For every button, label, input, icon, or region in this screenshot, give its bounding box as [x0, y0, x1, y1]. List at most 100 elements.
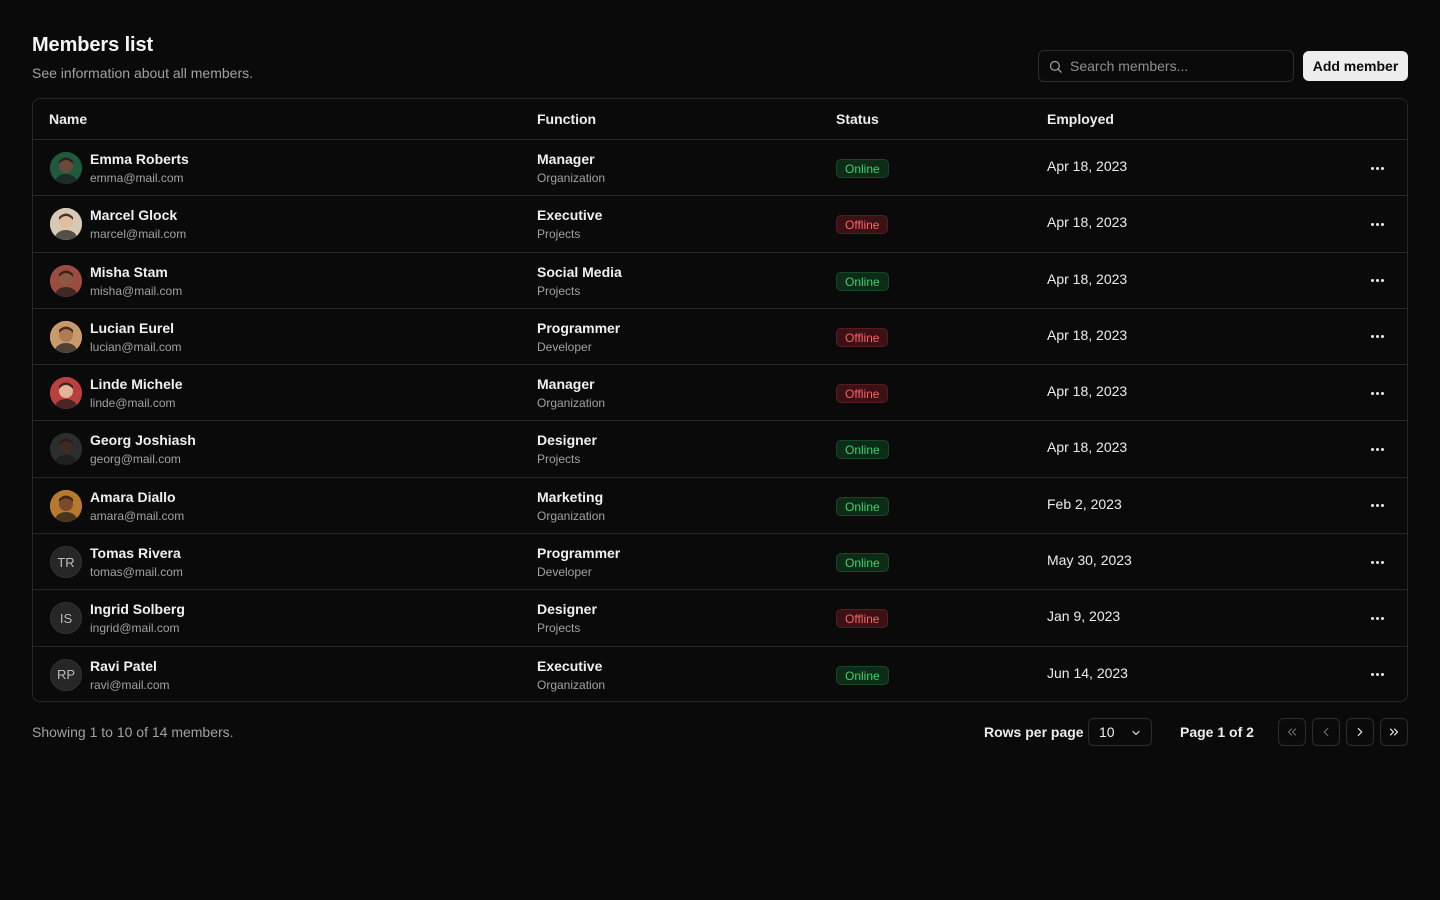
table-row[interactable]: Emma Roberts emma@mail.com Manager Organiza… [33, 140, 1407, 197]
column-header-status[interactable]: Status [836, 99, 879, 139]
more-horizontal-icon [1380, 335, 1384, 339]
more-horizontal-icon [1375, 166, 1379, 170]
employed-date: Apr 18, 2023 [1047, 158, 1128, 174]
member-email: georg@mail.com [90, 452, 181, 467]
avatar [50, 489, 82, 522]
table-row[interactable]: Linde Michele linde@mail.com Manager Organi… [33, 365, 1407, 422]
member-department: Organization [537, 171, 606, 185]
status-badge: Online [836, 665, 889, 685]
search-box[interactable] [1038, 50, 1294, 82]
last-page-button[interactable] [1380, 718, 1408, 746]
more-horizontal-icon [1380, 616, 1384, 620]
chevron-right-icon [1357, 727, 1363, 737]
member-name: Misha Stam [90, 263, 168, 280]
member-department: Projects [537, 283, 581, 298]
more-horizontal-icon [1375, 616, 1379, 620]
status-badge: Online [836, 440, 889, 460]
employed-date: Jan 9, 2023 [1047, 608, 1121, 625]
table-row[interactable]: Marcel Glock marcel@mail.com Executive Proj… [33, 196, 1407, 253]
row-actions-button[interactable] [1365, 383, 1389, 403]
column-header-name[interactable]: Name [49, 99, 87, 139]
member-role: Executive [537, 657, 603, 674]
next-page-button[interactable] [1346, 718, 1374, 746]
row-actions-button[interactable] [1365, 665, 1389, 685]
row-actions-button[interactable] [1365, 327, 1389, 347]
more-horizontal-icon [1380, 673, 1384, 677]
more-horizontal-icon [1370, 391, 1374, 395]
employed-date: Apr 18, 2023 [1047, 270, 1128, 287]
row-actions-button[interactable] [1365, 439, 1389, 459]
more-horizontal-icon [1370, 504, 1374, 508]
member-name: Linde Michele [90, 376, 183, 393]
table-body: Emma Roberts emma@mail.com Manager Organiza… [33, 140, 1407, 701]
avatar [50, 152, 82, 184]
member-email: ravi@mail.com [90, 677, 170, 692]
table-row[interactable]: Misha Stam misha@mail.com Social Media Proj… [33, 253, 1407, 309]
chevron-left-icon [1323, 727, 1329, 737]
member-department: Organization [537, 396, 606, 411]
table-row[interactable]: RP Ravi Patel ravi@mail.com Executive Organi… [33, 647, 1407, 701]
row-actions-button[interactable] [1365, 608, 1389, 628]
previous-page-button[interactable] [1312, 718, 1340, 746]
row-actions-button[interactable] [1365, 496, 1389, 516]
page-subtitle: See information about all members. [32, 65, 253, 81]
member-name: Marcel Glock [90, 207, 178, 224]
rows-per-page-label: Rows per page [984, 724, 1084, 740]
avatar: IS [50, 602, 82, 635]
table-row[interactable]: Georg Joshiash georg@mail.com Designer Proj… [33, 421, 1407, 478]
column-header-employed[interactable]: Employed [1047, 99, 1114, 139]
member-department: Projects [537, 621, 581, 636]
member-department: Developer [537, 565, 592, 580]
more-horizontal-icon [1375, 447, 1379, 451]
row-actions-button[interactable] [1365, 158, 1389, 178]
row-actions-button[interactable] [1365, 552, 1389, 572]
member-email: ingrid@mail.com [90, 621, 180, 636]
avatar [50, 264, 82, 297]
member-email: marcel@mail.com [90, 227, 187, 242]
member-role: Programmer [537, 319, 621, 336]
table-row[interactable]: IS Ingrid Solberg ingrid@mail.com Designer P… [33, 590, 1407, 647]
first-page-button[interactable] [1278, 718, 1306, 746]
more-horizontal-icon [1370, 616, 1374, 620]
member-email: tomas@mail.com [90, 565, 183, 580]
member-department: Projects [537, 452, 581, 467]
status-badge: Online [836, 553, 889, 573]
rows-per-page-select[interactable]: 10 [1088, 718, 1152, 746]
avatar [50, 320, 82, 353]
status-badge: Offline [836, 215, 889, 235]
member-email: lucian@mail.com [90, 339, 182, 354]
avatar [50, 208, 82, 241]
status-badge: Online [836, 271, 889, 291]
member-name: Emma Roberts [90, 151, 189, 167]
more-horizontal-icon [1370, 560, 1374, 564]
more-horizontal-icon [1380, 279, 1384, 283]
page-info: Page 1 of 2 [1180, 724, 1254, 740]
more-horizontal-icon [1375, 222, 1379, 226]
more-horizontal-icon [1370, 447, 1374, 451]
member-email: linde@mail.com [90, 396, 176, 411]
status-badge: Online [836, 496, 889, 516]
table-row[interactable]: Lucian Eurel lucian@mail.com Programmer Dev… [33, 309, 1407, 366]
employed-date: Apr 18, 2023 [1047, 326, 1128, 343]
table-row[interactable]: Amara Diallo amara@mail.com Marketing Organ… [33, 478, 1407, 535]
column-header-function[interactable]: Function [537, 99, 596, 139]
member-email: emma@mail.com [90, 171, 184, 185]
add-member-button[interactable]: Add member [1303, 51, 1408, 81]
more-horizontal-icon [1380, 447, 1384, 451]
table-header: Name Function Status Employed [33, 99, 1407, 140]
more-horizontal-icon [1380, 560, 1384, 564]
table-row[interactable]: TR Tomas Rivera tomas@mail.com Programmer De… [33, 534, 1407, 591]
more-horizontal-icon [1380, 222, 1384, 226]
member-name: Ingrid Solberg [90, 601, 185, 618]
member-role: Marketing [537, 488, 604, 505]
member-department: Organization [537, 677, 606, 692]
row-actions-button[interactable] [1365, 271, 1389, 291]
member-name: Georg Joshiash [90, 432, 196, 449]
more-horizontal-icon [1375, 673, 1379, 677]
status-badge: Offline [836, 609, 889, 629]
member-email: amara@mail.com [90, 508, 185, 523]
search-input[interactable] [1070, 58, 1270, 74]
members-page: Members list See information about all m… [0, 0, 1440, 900]
employed-date: Apr 18, 2023 [1047, 214, 1128, 231]
row-actions-button[interactable] [1365, 214, 1389, 234]
